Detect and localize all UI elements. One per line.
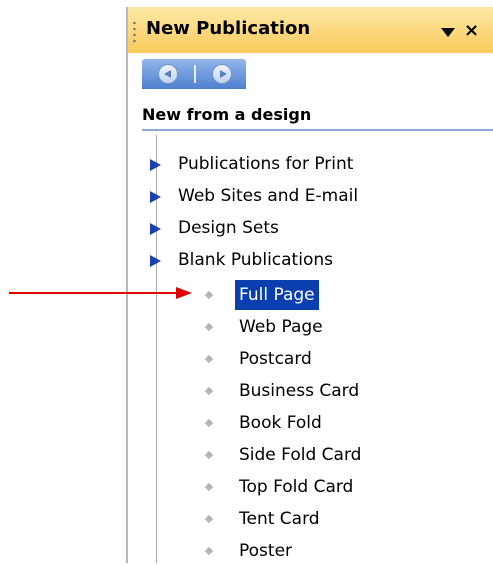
category-label: Web Sites and E-mail: [178, 186, 359, 206]
forward-arrow-icon: [220, 70, 227, 78]
list-item-label: Business Card: [239, 381, 360, 401]
section-divider: [142, 129, 493, 131]
bullet-icon: [204, 322, 214, 332]
list-item-label: Tent Card: [239, 509, 320, 529]
expand-triangle-icon: [150, 159, 161, 171]
task-pane: New Publication × New from a design Publ…: [126, 7, 493, 563]
back-arrow-icon: [164, 70, 171, 78]
category-label: Publications for Print: [178, 154, 354, 174]
list-item-label: Postcard: [239, 349, 312, 369]
expand-triangle-icon: [150, 255, 161, 267]
grip-icon[interactable]: [133, 20, 136, 44]
bullet-icon: [204, 450, 214, 460]
section-heading: New from a design: [142, 105, 312, 124]
bullet-icon: [204, 546, 214, 556]
list-item-label: Book Fold: [239, 413, 322, 433]
navigation-bar: [142, 59, 246, 89]
bullet-icon: [204, 386, 214, 396]
list-item-label: Side Fold Card: [239, 445, 362, 465]
bullet-icon: [204, 354, 214, 364]
bullet-icon: [204, 290, 214, 300]
close-icon[interactable]: ×: [464, 20, 479, 42]
list-item-label: Poster: [239, 541, 293, 561]
chevron-down-icon[interactable]: [441, 28, 455, 37]
bullet-icon: [204, 418, 214, 428]
task-pane-title: New Publication: [146, 18, 311, 39]
forward-button[interactable]: [212, 64, 232, 84]
nav-separator: [194, 65, 196, 83]
expand-triangle-icon: [150, 223, 161, 235]
annotation-arrow-line: [9, 292, 179, 294]
back-button[interactable]: [158, 64, 178, 84]
expand-triangle-icon: [150, 191, 161, 203]
bullet-icon: [204, 482, 214, 492]
category-label: Design Sets: [178, 218, 279, 238]
list-item-label: Full Page: [235, 280, 319, 310]
task-pane-title-bar[interactable]: New Publication ×: [128, 7, 493, 53]
bullet-icon: [204, 514, 214, 524]
list-item-label: Web Page: [239, 317, 323, 337]
category-label: Blank Publications: [178, 250, 333, 270]
list-item-label: Top Fold Card: [239, 477, 354, 497]
annotation-arrow-head: [176, 287, 192, 299]
